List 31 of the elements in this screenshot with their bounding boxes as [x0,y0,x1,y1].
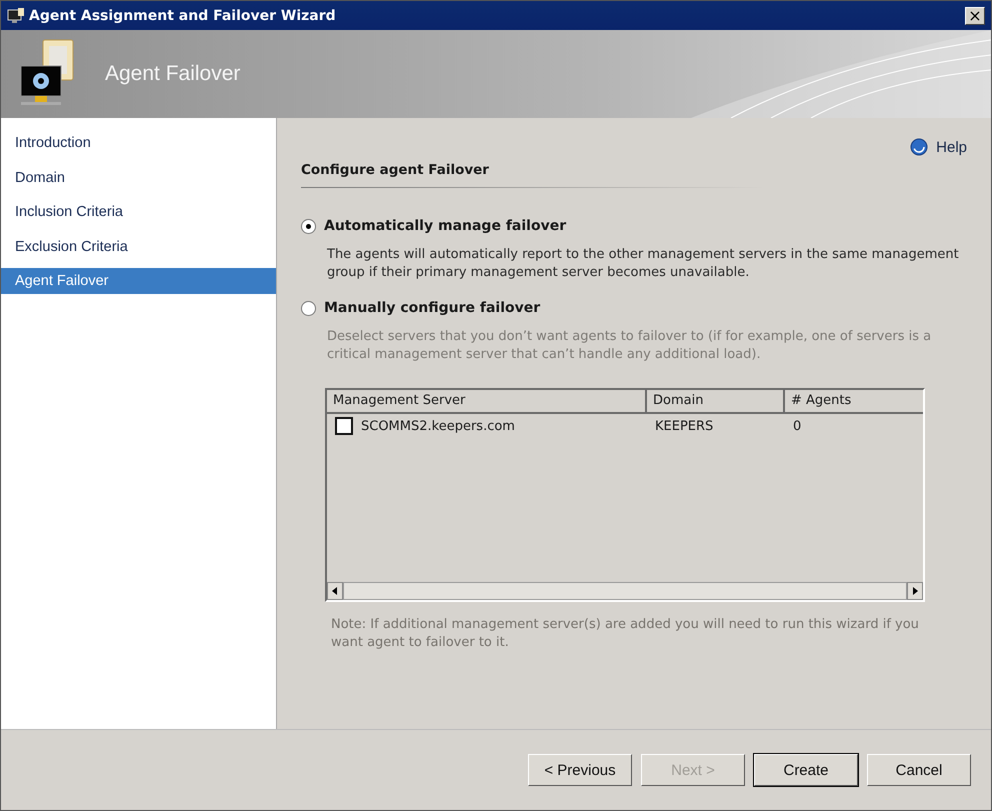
help-link[interactable]: Help [910,138,967,156]
step-item[interactable]: Introduction [1,130,276,156]
row-checkbox[interactable] [335,417,353,435]
radio-button[interactable] [301,300,316,316]
wizard-button[interactable]: Cancel [867,754,971,786]
option-description: The agents will automatically report to the other management servers in the same management group if their primary management server becomes unavailable. [327,246,960,282]
radio-option[interactable]: Automatically manage failover [301,218,967,234]
radio-option[interactable]: Manually configure failover [301,300,967,316]
app-icon [7,6,25,24]
column-header[interactable]: # Agents [785,390,923,412]
wizard-button[interactable]: < Previous [528,754,632,786]
step-item[interactable]: Agent Failover [1,268,276,294]
wizard-button[interactable]: Create [754,754,858,786]
step-item[interactable]: Domain [1,164,276,190]
column-header[interactable]: Management Server [327,390,647,412]
page-title: Agent Failover [105,62,242,86]
scroll-left-icon[interactable] [327,582,343,600]
table-cell: 0 [793,418,802,434]
radio-button[interactable] [301,218,316,234]
close-button[interactable]: × [965,6,985,24]
table-cell: KEEPERS [655,418,714,434]
table-cell: SCOMMS2.keepers.com [361,418,515,434]
step-item[interactable]: Exclusion Criteria [1,234,276,260]
step-item[interactable]: Inclusion Criteria [1,199,276,225]
note-text: Note: If additional management server(s) are added you will need to run this wizard if you want agent to failover to it. [331,616,920,652]
horizontal-scrollbar[interactable] [327,582,923,600]
section-title: Configure agent Failover [301,162,490,178]
scroll-right-icon[interactable] [907,582,923,600]
window-title: Agent Assignment and Failover Wizard [29,8,337,24]
option-description: Deselect servers that you don’t want agents to failover to (if for example, one of servers is a critical management server that can’t handle any additional load). [327,328,932,364]
column-header[interactable]: Domain [647,390,785,412]
